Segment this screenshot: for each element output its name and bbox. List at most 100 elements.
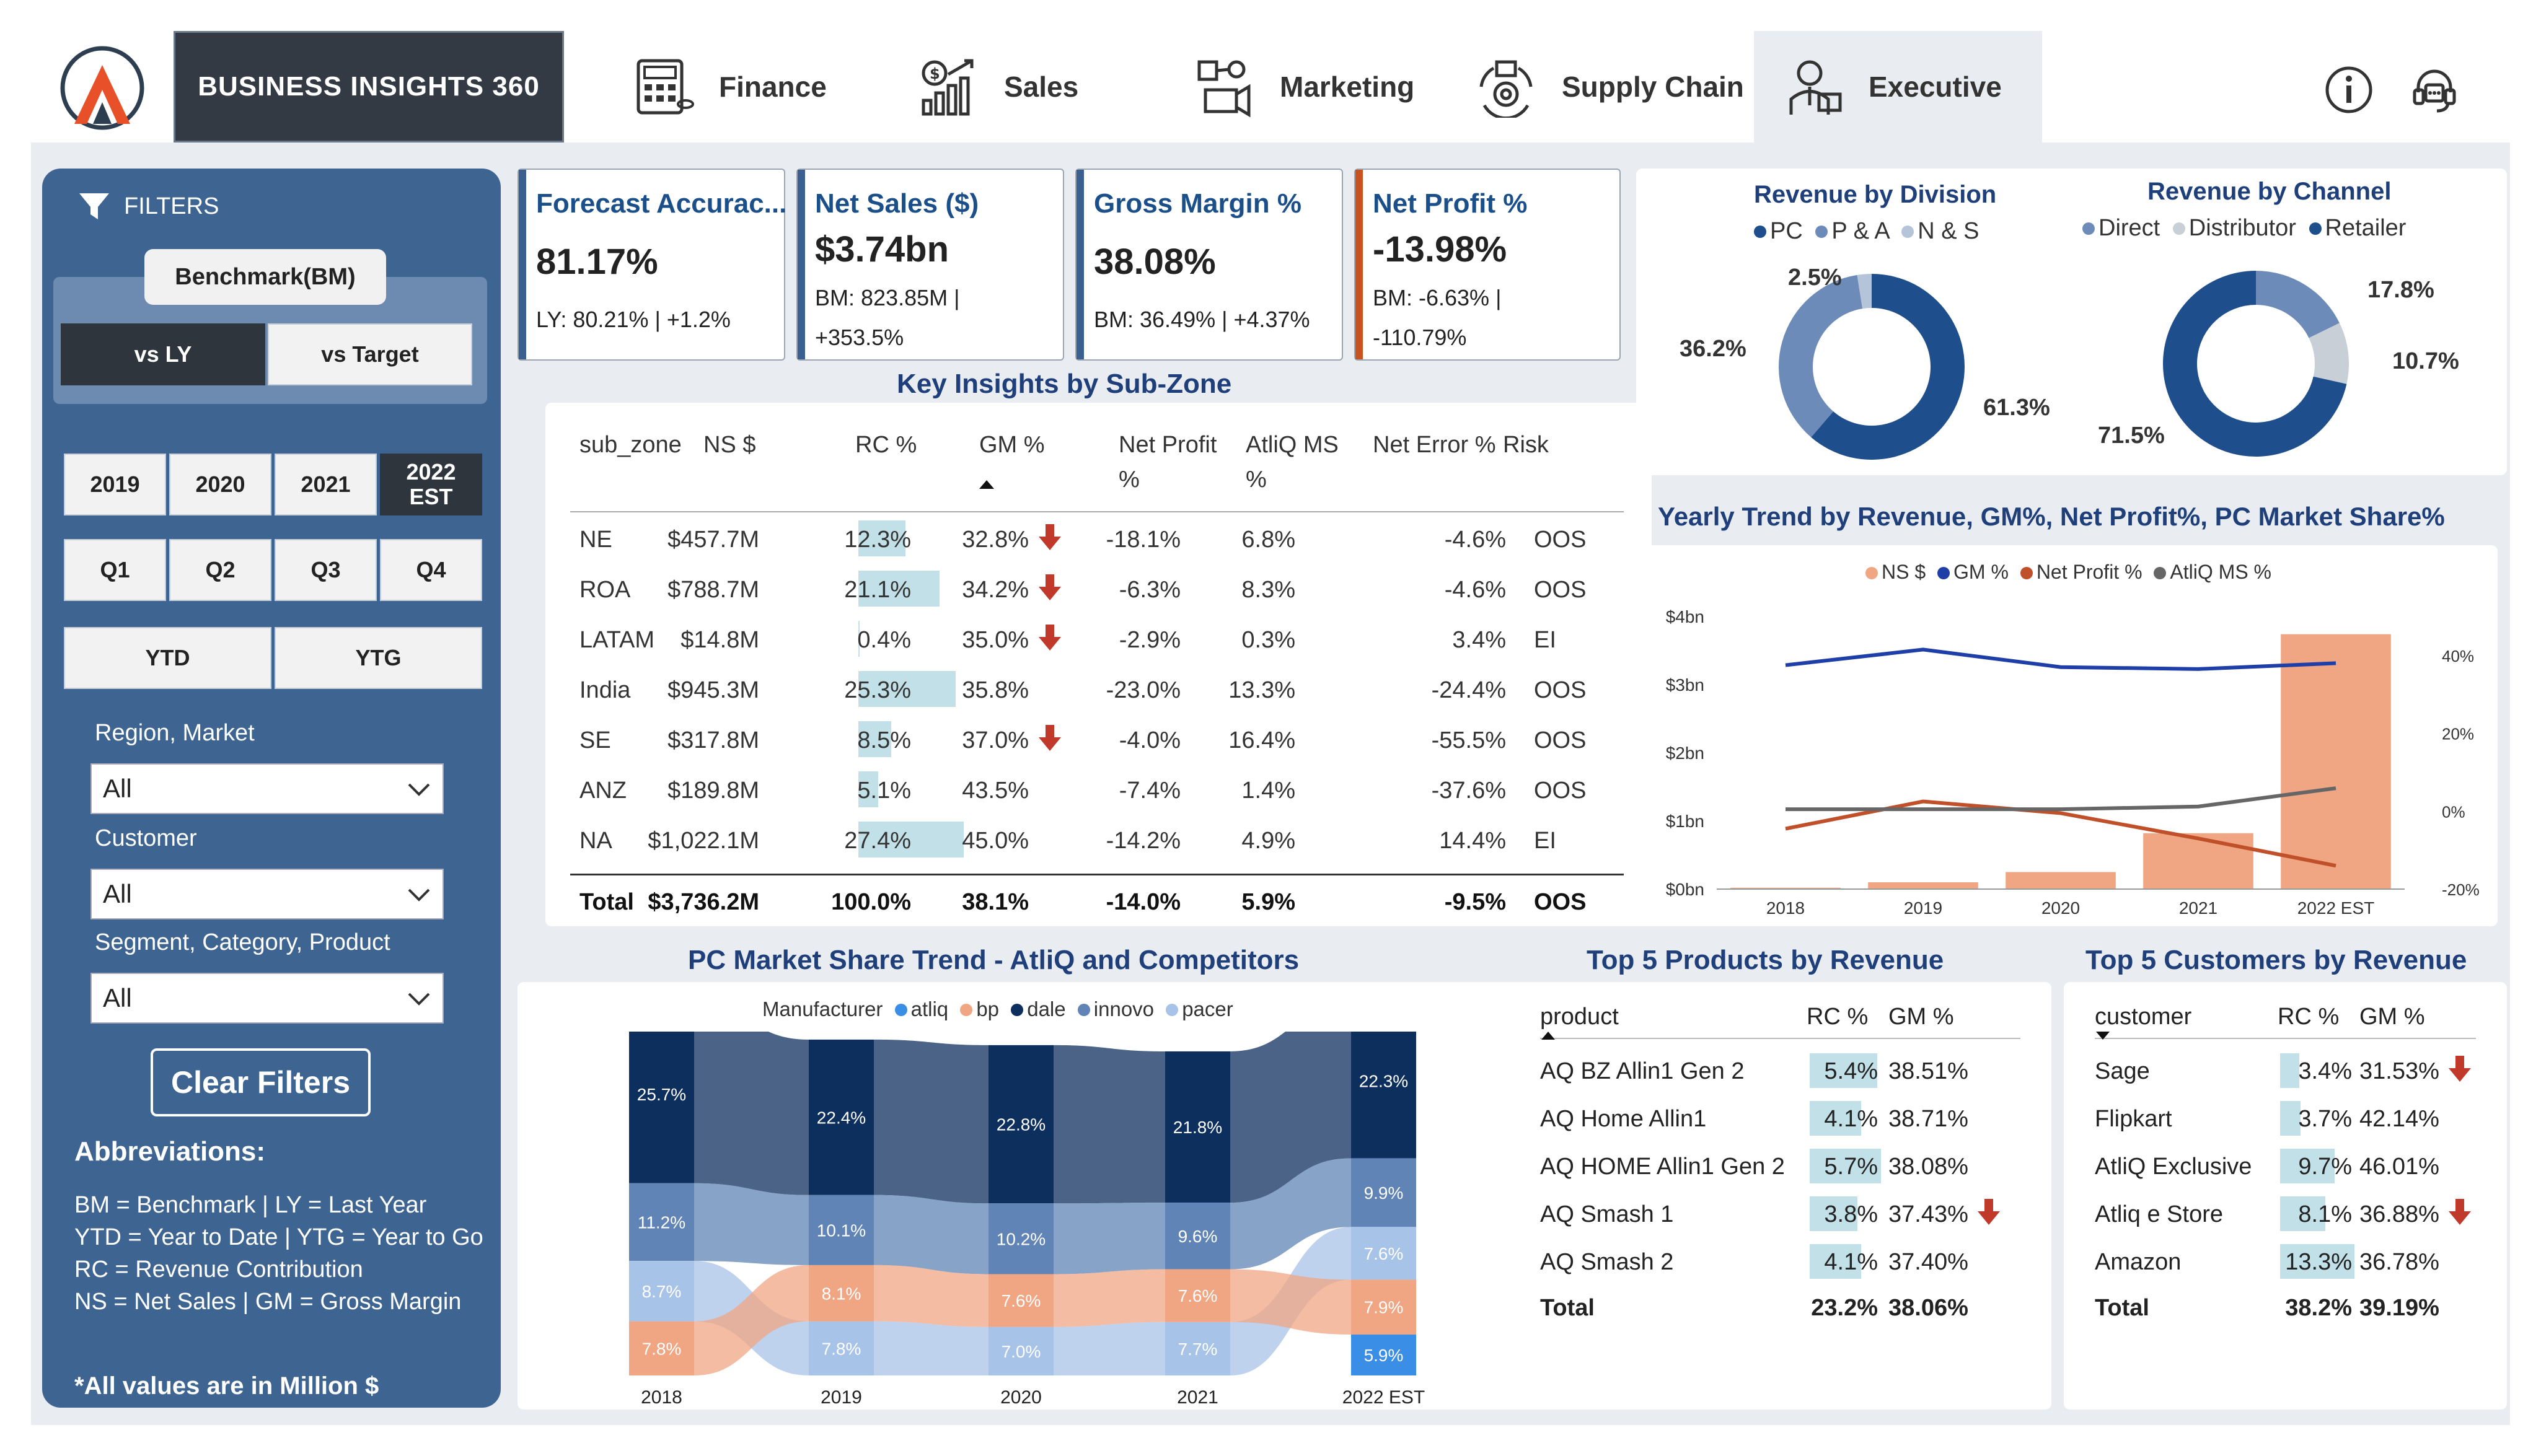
insights-table-row[interactable]: ROA $788.7M 21.1% 34.2% -6.3% 8.3% -4.6% OOS (570, 564, 1624, 615)
segment-label: 22.8% (997, 1115, 1046, 1134)
insights-column-header[interactable]: AtliQ MS % (1246, 428, 1339, 497)
cell-gm: 34.2% (962, 577, 1029, 603)
info-icon[interactable] (2324, 65, 2374, 115)
column-header[interactable]: customer (2095, 1004, 2191, 1030)
abbreviations-title: Abbreviations: (74, 1136, 266, 1167)
kpi-card-forecast-accuracy[interactable]: Forecast Accurac... 81.17% LY: 80.21% | … (517, 169, 786, 361)
quarter-q3-button[interactable]: Q3 (275, 539, 377, 601)
ribbon-dale (874, 1039, 989, 1204)
ns-bar[interactable] (2143, 833, 2253, 889)
support-headset-icon[interactable] (2410, 65, 2459, 115)
donut-slice-p-and-a[interactable] (1779, 274, 1863, 437)
row-rc: 5.7% (1824, 1154, 1878, 1180)
kpi-card-gross-margin[interactable]: Gross Margin % 38.08% BM: 36.49% | +4.37… (1075, 169, 1343, 361)
tab-marketing[interactable]: Marketing (1165, 31, 1456, 143)
row-name[interactable]: AtliQ Exclusive (2095, 1154, 2252, 1180)
year-2022-est-button[interactable]: 2022 EST (380, 454, 482, 515)
year-2020-button[interactable]: 2020 (169, 454, 271, 515)
clear-filters-button[interactable]: Clear Filters (151, 1048, 371, 1116)
year-2019-button[interactable]: 2019 (64, 454, 166, 515)
tab-supply-chain[interactable]: Supply Chain (1456, 31, 1754, 143)
insights-column-header[interactable]: NS $ (703, 428, 755, 462)
x-axis-tick: 2019 (1904, 898, 1942, 918)
executive-icon (1789, 60, 1842, 115)
division-title: Revenue by Division (1754, 181, 1997, 208)
market-share-chart[interactable]: 25.7% 11.2% 8.7% 7.8% 2018 22.4% 10.1% 7.8% 8.1%… (517, 1032, 1621, 1410)
insights-table-row[interactable]: NE $457.7M 12.3% 32.8% -18.1% 6.8% -4.6% OOS (570, 514, 1624, 565)
atliq-ms-line[interactable] (1786, 786, 2336, 812)
cell-sub-zone: ROA (579, 577, 631, 603)
row-name[interactable]: AQ BZ Allin1 Gen 2 (1540, 1058, 1745, 1085)
vs-target-button[interactable]: vs Target (268, 323, 472, 385)
column-header[interactable]: RC % (2278, 1004, 2339, 1030)
tab-executive[interactable]: Executive (1754, 31, 2042, 143)
row-name[interactable]: Amazon (2095, 1249, 2181, 1276)
row-name[interactable]: Sage (2095, 1058, 2150, 1085)
sort-ascending-icon[interactable] (1541, 1032, 1555, 1040)
yearly-trend-chart[interactable]: $4bn $3bn $2bn $1bn $0bn 40% 20% 0% -20% 2018 2019… (1636, 589, 2498, 923)
row-rc: 3.4% (2298, 1058, 2352, 1084)
column-header[interactable]: RC % (1807, 1004, 1868, 1030)
column-header[interactable]: GM % (2359, 1004, 2425, 1030)
insights-column-header[interactable]: sub_zone (579, 428, 682, 462)
insights-column-header[interactable]: Net Profit % (1119, 428, 1217, 497)
channel-donut[interactable] (2157, 265, 2355, 463)
insights-table-row[interactable]: ANZ $189.8M 5.1% 43.5% -7.4% 1.4% -37.6% OOS (570, 765, 1624, 816)
division-legend: PC P & A N & S (1754, 218, 1979, 245)
quarter-q2-button[interactable]: Q2 (169, 539, 271, 601)
vs-ly-button[interactable]: vs LY (61, 323, 265, 385)
insights-column-header[interactable]: RC % (855, 428, 917, 462)
tab-finance[interactable]: Finance (601, 31, 886, 143)
region-market-select[interactable]: All (90, 763, 444, 814)
column-header[interactable]: GM % (1888, 1004, 1954, 1030)
tab-sales[interactable]: $ Sales (899, 31, 1171, 143)
insights-table-row[interactable]: SE $317.8M 8.5% 37.0% -4.0% 16.4% -55.5% OOS (570, 715, 1624, 766)
header-divider (1540, 1038, 2020, 1039)
filters-panel: FILTERS Benchmark(BM) vs LY vs Target 20… (42, 169, 501, 1408)
row-rc: 4.1% (1824, 1249, 1878, 1275)
year-2021-button[interactable]: 2021 (275, 454, 377, 515)
kpi-accent-bar (798, 170, 805, 359)
filter-funnel-icon (79, 193, 109, 219)
ribbon-dale (1054, 1045, 1165, 1204)
insights-column-header[interactable]: GM % (979, 428, 1045, 462)
ribbon-pacer (874, 1321, 989, 1375)
cell-atliq-ms: 0.3% (1241, 627, 1295, 653)
total-ns: $3,736.2M (648, 889, 759, 915)
kpi-card-net-sales[interactable]: Net Sales ($) $3.74bn BM: 823.85M | +353.… (796, 169, 1064, 361)
row-name[interactable]: AQ Smash 2 (1540, 1249, 1673, 1276)
chevron-down-icon (408, 783, 430, 796)
row-name[interactable]: AQ Smash 1 (1540, 1201, 1673, 1228)
gm-down-indicator (2446, 1055, 2473, 1089)
cell-rc: 27.4% (844, 828, 911, 854)
row-name[interactable]: Flipkart (2095, 1106, 2172, 1133)
column-header[interactable]: product (1540, 1004, 1619, 1030)
ytd-button[interactable]: YTD (64, 627, 271, 689)
insights-table-row[interactable]: India $945.3M 25.3% 35.8% -23.0% 13.3% -24.4% O… (570, 665, 1624, 716)
row-name[interactable]: AQ HOME Allin1 Gen 2 (1540, 1154, 1785, 1180)
ns-bar[interactable] (2006, 872, 2116, 890)
quarter-q1-button[interactable]: Q1 (64, 539, 166, 601)
quarter-q4-button[interactable]: Q4 (380, 539, 482, 601)
gm-line[interactable] (1785, 647, 2336, 671)
insights-table-row[interactable]: NA $1,022.1M 27.4% 45.0% -14.2% 4.9% 14.4% EI (570, 815, 1624, 866)
customer-select[interactable]: All (90, 869, 444, 919)
cell-net-profit: -23.0% (1106, 677, 1181, 703)
insights-column-header[interactable]: Net Error % (1373, 428, 1495, 462)
segment-dale[interactable] (1351, 1032, 1416, 1159)
segment-dale[interactable] (629, 1032, 694, 1183)
ns-bar[interactable] (2281, 634, 2391, 889)
insights-column-header[interactable]: Risk (1503, 428, 1549, 462)
ytg-button[interactable]: YTG (275, 627, 482, 689)
row-name[interactable]: AQ Home Allin1 (1540, 1106, 1706, 1133)
kpi-card-net-profit[interactable]: Net Profit % -13.98% BM: -6.63% | -110.79… (1354, 169, 1621, 361)
sort-descending-icon[interactable] (2096, 1032, 2110, 1040)
ns-bar[interactable] (1868, 882, 1978, 889)
insights-table-row[interactable]: LATAM $14.8M 0.4% 35.0% -2.9% 0.3% 3.4% EI (570, 615, 1624, 665)
division-donut[interactable] (1773, 268, 1971, 466)
row-name[interactable]: Atliq e Store (2095, 1201, 2223, 1228)
sort-ascending-icon[interactable] (979, 480, 994, 489)
row-gm: 31.53% (2359, 1058, 2439, 1084)
donut-slice-direct[interactable] (2256, 271, 2340, 338)
segment-category-product-select[interactable]: All (90, 973, 444, 1024)
